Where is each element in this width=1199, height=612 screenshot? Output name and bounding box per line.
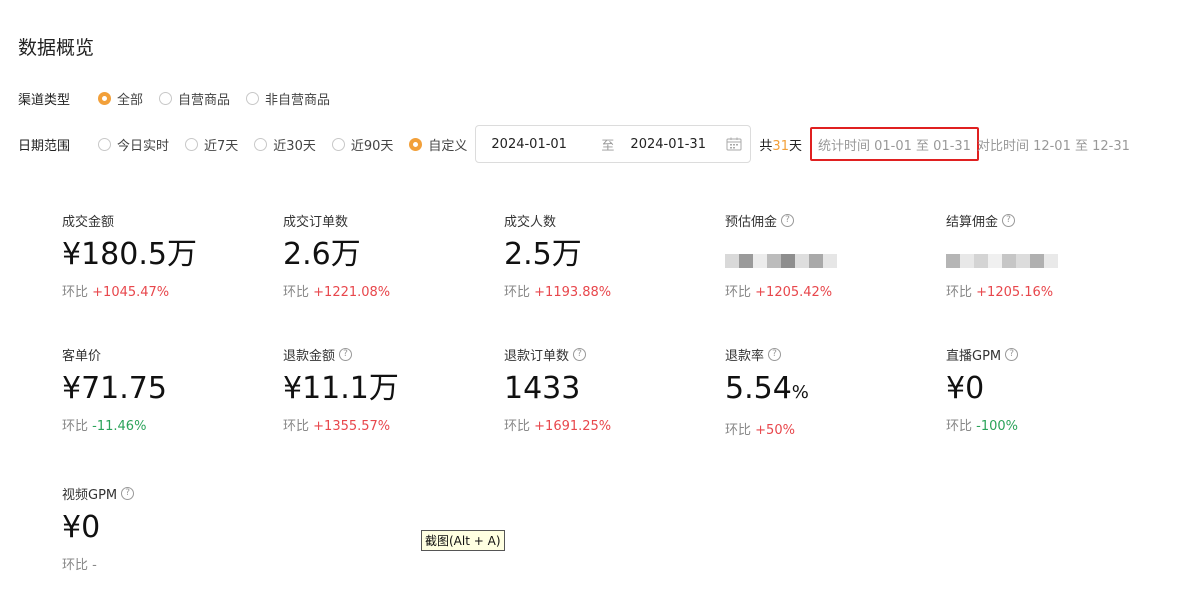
metric-value: ¥180.5万 bbox=[62, 237, 197, 272]
channel-option-all[interactable]: 全部 bbox=[98, 89, 143, 108]
date-separator: 至 bbox=[601, 138, 615, 154]
help-icon[interactable]: ? bbox=[768, 347, 782, 361]
metric-value: 5.54% bbox=[725, 371, 809, 406]
metric-card: 客单价 ¥71.75 环比 -11.46% bbox=[62, 345, 262, 435]
date-option-label: 今日实时 bbox=[117, 138, 170, 154]
metric-card: 退款金额? ¥11.1万 环比 +1355.57% bbox=[283, 345, 483, 434]
channel-option-label: 自营商品 bbox=[178, 93, 231, 108]
date-option-7d[interactable]: 近7天 bbox=[185, 135, 238, 154]
radio-unchecked-icon bbox=[98, 137, 111, 151]
start-date-input[interactable] bbox=[489, 135, 584, 153]
metric-label: 成交订单数 bbox=[283, 214, 349, 230]
metric-label: 成交金额 bbox=[62, 214, 115, 230]
radio-unchecked-icon bbox=[246, 92, 260, 105]
metric-compare: 环比 +1221.08% bbox=[283, 285, 391, 300]
radio-checked-icon bbox=[409, 137, 423, 151]
metric-value: ¥71.75 bbox=[62, 371, 167, 406]
total-days: 共31天 bbox=[759, 138, 802, 154]
date-range-picker[interactable]: 至 bbox=[475, 125, 752, 163]
blurred-value bbox=[946, 245, 1146, 277]
metric-label: 退款金额 bbox=[283, 348, 336, 364]
metric-card: 退款订单数? 1433 环比 +1691.25% bbox=[504, 345, 704, 434]
date-option-90d[interactable]: 近90天 bbox=[331, 135, 394, 154]
help-icon[interactable]: ? bbox=[573, 347, 587, 361]
metric-value: 2.5万 bbox=[504, 237, 582, 272]
metric-card: 预估佣金? 环比 +1205.42% bbox=[725, 211, 925, 300]
date-filter-label: 日期范围 bbox=[18, 138, 71, 154]
channel-option-label: 全部 bbox=[117, 93, 144, 108]
help-icon[interactable]: ? bbox=[339, 347, 353, 361]
date-option-label: 近7天 bbox=[204, 138, 239, 154]
channel-option-self[interactable]: 自营商品 bbox=[159, 89, 230, 108]
radio-unchecked-icon bbox=[254, 137, 268, 151]
metric-card: 成交金额 ¥180.5万 环比 +1045.47% bbox=[62, 211, 262, 301]
metric-unit: % bbox=[791, 382, 809, 403]
radio-unchecked-icon bbox=[159, 92, 173, 105]
radio-unchecked-icon bbox=[185, 137, 199, 151]
metric-card: 退款率? 5.54% 环比 +50% bbox=[725, 345, 925, 438]
metric-label: 成交人数 bbox=[504, 214, 557, 230]
metric-value: 1433 bbox=[504, 371, 581, 406]
radio-unchecked-icon bbox=[331, 137, 345, 151]
compare-time-range: 对比时间 12-01 至 12-31 bbox=[976, 138, 1130, 154]
metric-label: 结算佣金 bbox=[946, 214, 999, 230]
channel-filter-row: 渠道类型 全部 自营商品 非自营商品 bbox=[18, 89, 346, 108]
metric-card: 成交订单数 2.6万 环比 +1221.08% bbox=[283, 211, 483, 301]
metric-label: 视频GPM bbox=[62, 487, 118, 503]
channel-option-label: 非自营商品 bbox=[265, 93, 331, 108]
metric-label: 客单价 bbox=[62, 348, 102, 364]
radio-checked-icon bbox=[98, 92, 111, 105]
metric-label: 直播GPM bbox=[946, 348, 1002, 364]
calendar-icon[interactable] bbox=[726, 137, 742, 151]
metric-compare: 环比 -100% bbox=[946, 419, 1019, 434]
metric-compare: 环比 +1045.47% bbox=[62, 285, 170, 300]
date-option-custom[interactable]: 自定义 bbox=[409, 135, 467, 154]
metric-card: 直播GPM? ¥0 环比 -100% bbox=[946, 345, 1146, 434]
metric-card: 视频GPM? ¥0 环比 - bbox=[62, 484, 262, 573]
metric-compare: 环比 +1205.42% bbox=[725, 285, 833, 300]
metric-compare: 环比 +1355.57% bbox=[283, 419, 391, 434]
metric-card: 结算佣金? 环比 +1205.16% bbox=[946, 211, 1146, 300]
metric-value: ¥0 bbox=[946, 371, 985, 406]
metric-compare: 环比 +1205.16% bbox=[946, 285, 1054, 300]
help-icon[interactable]: ? bbox=[121, 486, 135, 500]
channel-option-non-self[interactable]: 非自营商品 bbox=[246, 89, 330, 108]
help-icon[interactable]: ? bbox=[1005, 347, 1019, 361]
date-option-today[interactable]: 今日实时 bbox=[98, 135, 169, 154]
metric-compare: 环比 -11.46% bbox=[62, 419, 147, 434]
help-icon[interactable]: ? bbox=[781, 213, 795, 227]
metric-compare: 环比 - bbox=[62, 558, 97, 573]
page-title: 数据概览 bbox=[18, 37, 95, 59]
metric-label: 退款订单数 bbox=[504, 348, 570, 364]
metric-value: ¥0 bbox=[62, 510, 101, 545]
metric-label: 预估佣金 bbox=[725, 214, 778, 230]
metric-value: 2.6万 bbox=[283, 237, 361, 272]
metric-compare: 环比 +1193.88% bbox=[504, 285, 612, 300]
stat-time-range: 统计时间 01-01 至 01-31 bbox=[809, 127, 979, 161]
date-option-label: 近30天 bbox=[273, 138, 316, 154]
date-option-label: 近90天 bbox=[350, 138, 394, 154]
blurred-value bbox=[725, 245, 925, 277]
date-option-label: 自定义 bbox=[428, 138, 468, 154]
channel-filter-label: 渠道类型 bbox=[18, 93, 71, 108]
screenshot-tooltip: 截图(Alt + A) bbox=[421, 530, 505, 551]
help-icon[interactable]: ? bbox=[1002, 213, 1016, 227]
metric-compare: 环比 +1691.25% bbox=[504, 419, 612, 434]
metric-value: ¥11.1万 bbox=[283, 371, 399, 406]
end-date-input[interactable] bbox=[628, 135, 723, 153]
date-option-30d[interactable]: 近30天 bbox=[254, 135, 316, 154]
metric-compare: 环比 +50% bbox=[725, 423, 795, 438]
metric-card: 成交人数 2.5万 环比 +1193.88% bbox=[504, 211, 704, 301]
metric-label: 退款率 bbox=[725, 348, 765, 364]
date-filter-row: 日期范围 今日实时 近7天 近30天 近90天 自定义 至 bbox=[18, 125, 1130, 163]
